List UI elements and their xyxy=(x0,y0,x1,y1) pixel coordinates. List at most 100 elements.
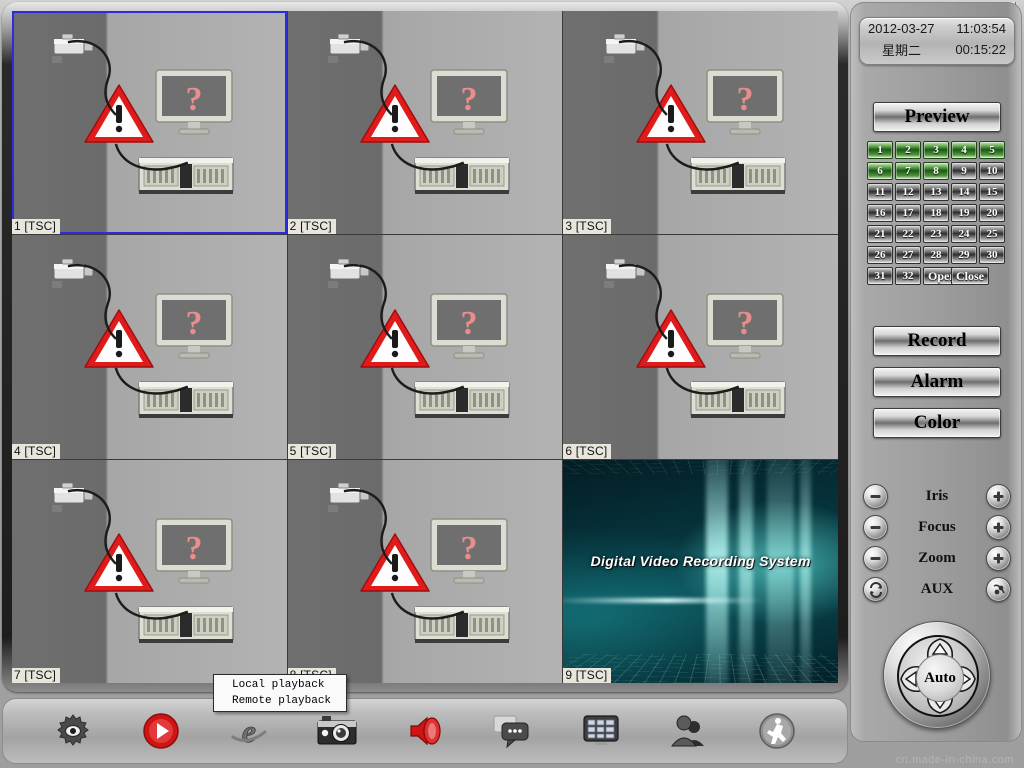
channel-button-7[interactable]: 7 xyxy=(895,162,921,180)
plus-circle-icon[interactable] xyxy=(986,484,1011,509)
no-signal-illustration: ? xyxy=(288,460,563,683)
video-pane-label: 6 [TSC] xyxy=(563,443,612,459)
record-button[interactable]: Record xyxy=(873,326,1001,356)
clock-date: 2012-03-27 xyxy=(868,21,935,36)
channel-button-23[interactable]: 23 xyxy=(923,225,949,243)
clock-time: 11:03:54 xyxy=(956,21,1006,36)
splash-grid-top xyxy=(563,459,838,476)
ptz-row-aux: AUX xyxy=(863,574,1011,605)
video-pane-label: 2 [TSC] xyxy=(287,219,336,235)
channel-grid-icon[interactable] xyxy=(557,707,645,755)
channel-button-2[interactable]: 2 xyxy=(895,141,921,159)
video-pane[interactable]: ? 5 [TSC] xyxy=(287,235,563,459)
channel-button-1[interactable]: 1 xyxy=(867,141,893,159)
channel-button-9[interactable]: 9 xyxy=(951,162,977,180)
channel-button-30[interactable]: 30 xyxy=(979,246,1005,264)
video-pane[interactable]: ? 2 [TSC] xyxy=(287,11,563,235)
splash-beam xyxy=(739,459,753,683)
channel-button-31[interactable]: 31 xyxy=(867,267,893,285)
ptz-row-zoom: Zoom xyxy=(863,543,1011,574)
no-signal-illustration: ? xyxy=(12,11,287,234)
exit-running-man-icon[interactable] xyxy=(733,707,821,755)
channel-button-18[interactable]: 18 xyxy=(923,204,949,222)
video-pane[interactable]: Digital Video Recording System 9 [TSC] xyxy=(563,459,838,683)
context-menu: Local playback Remote playback xyxy=(213,674,347,712)
channel-button-21[interactable]: 21 xyxy=(867,225,893,243)
video-pane[interactable]: ? 7 [TSC] xyxy=(12,459,287,683)
video-pane-label: 1 [TSC] xyxy=(12,219,61,235)
channel-button-11[interactable]: 11 xyxy=(867,183,893,201)
video-pane[interactable]: ? 8 [TSC] xyxy=(287,459,563,683)
video-pane[interactable]: ? 1 [TSC] xyxy=(12,11,287,235)
alarm-button[interactable]: Alarm xyxy=(873,367,1001,397)
channel-button-20[interactable]: 20 xyxy=(979,204,1005,222)
video-pane[interactable]: ? 6 [TSC] xyxy=(563,235,838,459)
preview-button[interactable]: Preview xyxy=(873,102,1001,132)
no-signal-illustration: ? xyxy=(288,235,563,458)
channel-button-24[interactable]: 24 xyxy=(951,225,977,243)
users-icon[interactable] xyxy=(645,707,733,755)
dpad-inner-ring: Auto xyxy=(897,635,979,717)
video-grid: ? 1 [TSC] ? 2 [TSC] ? 3 [TSC] ? 4 [TSC] … xyxy=(12,11,838,683)
channel-button-13[interactable]: 13 xyxy=(923,183,949,201)
channel-button-19[interactable]: 19 xyxy=(951,204,977,222)
chat-bubble-icon[interactable] xyxy=(469,707,557,755)
video-pane-label: 5 [TSC] xyxy=(287,443,336,459)
channel-button-29[interactable]: 29 xyxy=(951,246,977,264)
channel-button-8[interactable]: 8 xyxy=(923,162,949,180)
ptz-label-aux: AUX xyxy=(920,581,954,597)
no-signal-illustration: ? xyxy=(563,11,838,234)
ptz-controls: Iris Focus Zoom AUX xyxy=(863,481,1011,605)
channel-button-12[interactable]: 12 xyxy=(895,183,921,201)
channel-button-3[interactable]: 3 xyxy=(923,141,949,159)
control-sidebar: 2012-03-27 11:03:54 星期二 00:15:22 Preview… xyxy=(850,2,1022,742)
channel-button-5[interactable]: 5 xyxy=(979,141,1005,159)
channel-button-15[interactable]: 15 xyxy=(979,183,1005,201)
clock-elapsed: 00:15:22 xyxy=(955,42,1006,57)
channel-button-32[interactable]: 32 xyxy=(895,267,921,285)
channel-button-28[interactable]: 28 xyxy=(923,246,949,264)
close-button[interactable]: Close xyxy=(951,267,989,285)
video-frame: ? 1 [TSC] ? 2 [TSC] ? 3 [TSC] ? 4 [TSC] … xyxy=(2,2,848,692)
aux-preset-icon[interactable] xyxy=(986,577,1011,602)
channel-button-22[interactable]: 22 xyxy=(895,225,921,243)
no-signal-illustration: ? xyxy=(12,235,287,458)
audio-speaker-icon[interactable] xyxy=(381,707,469,755)
snapshot-camera-icon[interactable] xyxy=(293,707,381,755)
video-pane[interactable]: ? 3 [TSC] xyxy=(563,11,838,235)
ptz-direction-pad: Auto xyxy=(883,621,991,729)
context-menu-item-remote-playback[interactable]: Remote playback xyxy=(214,693,346,709)
ptz-label-zoom: Zoom xyxy=(918,550,956,566)
bottom-toolbar: e xyxy=(2,698,848,764)
ptz-label-focus: Focus xyxy=(918,519,956,535)
channel-button-4[interactable]: 4 xyxy=(951,141,977,159)
color-button[interactable]: Color xyxy=(873,408,1001,438)
internet-explorer-icon[interactable]: e xyxy=(205,707,293,755)
channel-button-6[interactable]: 6 xyxy=(867,162,893,180)
aux-refresh-icon[interactable] xyxy=(863,577,888,602)
minus-circle-icon[interactable] xyxy=(863,515,888,540)
channel-button-26[interactable]: 26 xyxy=(867,246,893,264)
splash-artwork: Digital Video Recording System xyxy=(563,459,838,683)
ptz-label-iris: Iris xyxy=(925,488,949,504)
channel-button-10[interactable]: 10 xyxy=(979,162,1005,180)
splash-streak xyxy=(563,598,764,604)
context-menu-item-local-playback[interactable]: Local playback xyxy=(214,677,346,693)
minus-circle-icon[interactable] xyxy=(863,484,888,509)
auto-pan-button[interactable]: Auto xyxy=(916,654,964,702)
channel-button-14[interactable]: 14 xyxy=(951,183,977,201)
video-pane[interactable]: ? 4 [TSC] xyxy=(12,235,287,459)
plus-circle-icon[interactable] xyxy=(986,546,1011,571)
channel-button-27[interactable]: 27 xyxy=(895,246,921,264)
play-icon[interactable] xyxy=(117,707,205,755)
plus-circle-icon[interactable] xyxy=(986,515,1011,540)
minus-circle-icon[interactable] xyxy=(863,546,888,571)
no-signal-illustration: ? xyxy=(563,235,838,458)
channel-button-17[interactable]: 17 xyxy=(895,204,921,222)
channel-keypad: 1 2 3 4 5 6 7 8 9 10 11 12 13 14 15 16 17 18 19 20 21 22 23 24 2… xyxy=(867,141,1007,285)
video-pane-label: 4 [TSC] xyxy=(12,443,61,459)
clock-weekday: 星期二 xyxy=(882,43,922,58)
channel-button-25[interactable]: 25 xyxy=(979,225,1005,243)
channel-button-16[interactable]: 16 xyxy=(867,204,893,222)
settings-eye-icon[interactable] xyxy=(29,707,117,755)
